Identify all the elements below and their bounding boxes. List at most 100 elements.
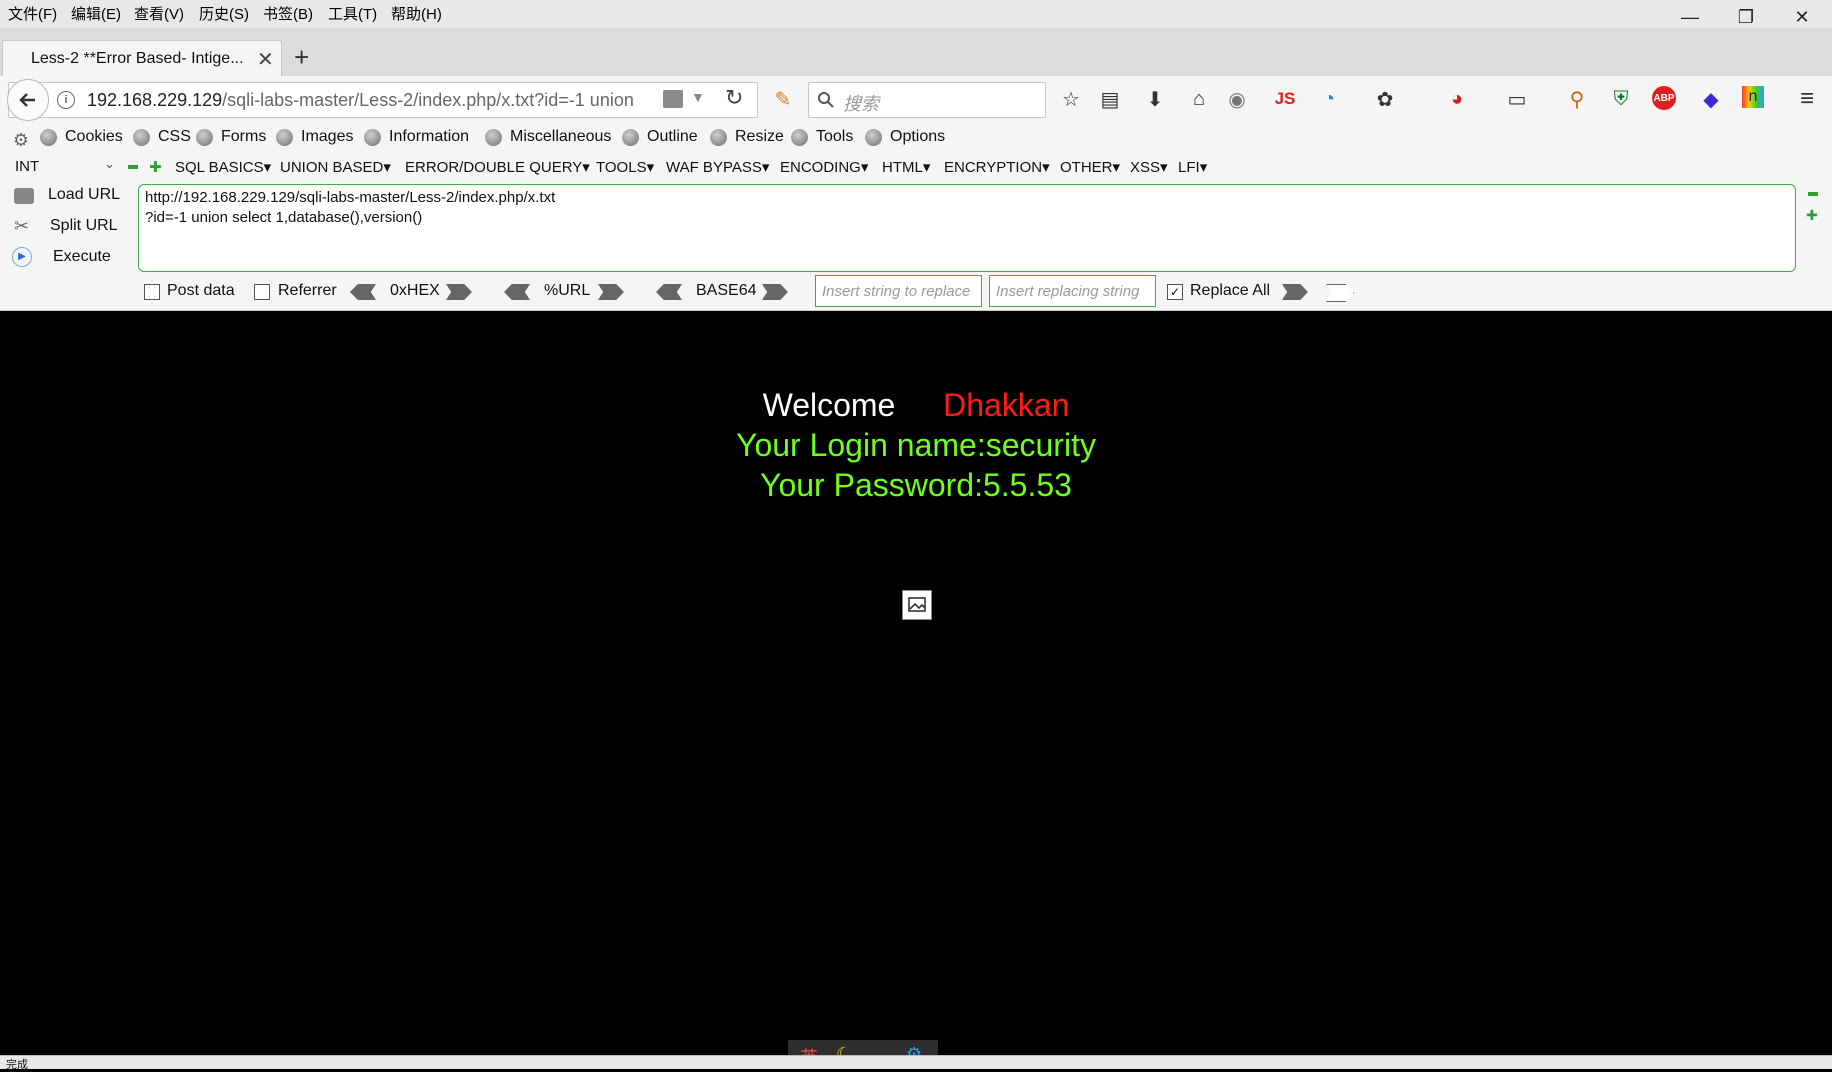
textarea-line-2: ?id=-1 union select 1,database(),version… — [145, 209, 423, 226]
menu-encoding[interactable]: ENCODING▾ — [780, 158, 868, 176]
menu-lfi[interactable]: LFI▾ — [1178, 158, 1207, 176]
menu-error-double-query[interactable]: ERROR/DOUBLE QUERY▾ — [405, 158, 590, 176]
tab-close-icon[interactable]: ✕ — [257, 47, 274, 72]
menu-encoding-label: ENCODING — [780, 159, 861, 176]
replacing-string-input[interactable]: Insert replacing string — [989, 275, 1156, 307]
password-line: Your Password:5.5.53 — [760, 467, 1072, 503]
download-icon[interactable]: ⬇ — [1142, 86, 1168, 112]
device-icon[interactable]: ▭ — [1504, 86, 1530, 112]
webdev-miscellaneous[interactable]: Miscellaneous — [510, 128, 611, 146]
miscellaneous-icon — [485, 129, 502, 146]
play-icon: ▶ — [12, 247, 32, 267]
hamburger-menu-icon[interactable]: ≡ — [1794, 85, 1820, 112]
cookies-icon — [40, 129, 57, 146]
menu-tools-hb[interactable]: TOOLS▾ — [596, 158, 654, 176]
menu-bookmarks[interactable]: 书签(B) — [263, 3, 313, 24]
split-url-button[interactable]: Split URL — [50, 217, 118, 235]
url-bar[interactable]: i 192.168.229.129/sqli-labs-master/Less-… — [7, 79, 758, 121]
menu-history[interactable]: 历史(S) — [199, 3, 249, 24]
back-button[interactable] — [7, 79, 49, 121]
menu-html-label: HTML — [882, 159, 923, 176]
menu-file[interactable]: 文件(F) — [8, 3, 57, 24]
load-url-icon — [14, 188, 34, 204]
webdev-images[interactable]: Images — [301, 128, 353, 146]
adblock-icon[interactable]: ABP — [1652, 86, 1676, 110]
reload-icon[interactable]: ↻ — [725, 85, 743, 111]
webdev-options[interactable]: Options — [890, 128, 945, 146]
fox-extension-icon[interactable]: ✎ — [770, 86, 796, 112]
tab-title: Less-2 **Error Based- Intige... — [31, 50, 244, 67]
webdev-information[interactable]: Information — [389, 128, 469, 146]
palette-icon[interactable]: ✿ — [1372, 86, 1398, 112]
colorful-extension-icon[interactable]: n — [1742, 86, 1764, 108]
menu-xss[interactable]: XSS▾ — [1130, 158, 1168, 176]
menu-union-based-label: UNION BASED — [280, 159, 384, 176]
menu-view[interactable]: 查看(V) — [134, 3, 184, 24]
shield-icon[interactable]: ⛨ — [1608, 86, 1634, 112]
page-content: Welcome Dhakkan Your Login name:security… — [0, 311, 1832, 1055]
status-text: 完成 — [6, 1059, 28, 1071]
home-icon[interactable]: ⌂ — [1186, 86, 1212, 112]
replace-all-label: Replace All — [1190, 282, 1271, 299]
url-host: 192.168.229.129 — [87, 90, 223, 110]
css-icon — [133, 129, 150, 146]
tools-icon — [791, 129, 808, 146]
sync-icon[interactable]: ◕ — [1444, 86, 1470, 112]
post-data-label: Post data — [167, 282, 235, 299]
webdev-tools[interactable]: Tools — [816, 128, 853, 146]
webdev-outline[interactable]: Outline — [647, 128, 698, 146]
webdev-forms[interactable]: Forms — [221, 128, 266, 146]
menu-sql-basics-label: SQL BASICS — [175, 159, 264, 176]
url-text[interactable]: 192.168.229.129/sqli-labs-master/Less-2/… — [87, 90, 667, 111]
menu-encryption[interactable]: ENCRYPTION▾ — [944, 158, 1050, 176]
referrer-checkbox[interactable] — [254, 284, 270, 300]
menu-html[interactable]: HTML▾ — [882, 158, 930, 176]
collapse-icon[interactable] — [128, 165, 138, 169]
back-arrow-icon — [19, 93, 35, 107]
type-select[interactable]: INT ⌄ — [8, 156, 118, 178]
menu-other-label: OTHER — [1060, 159, 1113, 176]
welcome-text: Welcome — [762, 387, 896, 423]
webdev-css[interactable]: CSS — [158, 128, 191, 146]
webdev-gear-icon[interactable]: ⚙ — [8, 127, 34, 153]
info-icon[interactable]: i — [57, 91, 75, 109]
url-path: /sqli-labs-master/Less-2/index.php/x.txt… — [222, 90, 634, 110]
browser-tab[interactable]: Less-2 **Error Based- Intige... ✕ — [2, 40, 282, 77]
new-tab-button[interactable]: + — [294, 42, 309, 73]
load-url-button[interactable]: Load URL — [48, 186, 120, 204]
menu-other[interactable]: OTHER▾ — [1060, 158, 1120, 176]
extension-globe-icon[interactable]: ◉ — [1224, 86, 1250, 112]
menu-edit[interactable]: 编辑(E) — [71, 3, 121, 24]
search-box[interactable]: 搜索 — [808, 82, 1046, 118]
diamond-extension-icon[interactable]: ◆ — [1698, 86, 1724, 112]
options-icon — [865, 129, 882, 146]
menu-tools[interactable]: 工具(T) — [328, 3, 377, 24]
menu-help[interactable]: 帮助(H) — [391, 3, 442, 24]
page-actions-icon[interactable] — [663, 90, 683, 108]
hackbar-textarea[interactable]: http://192.168.229.129/sqli-labs-master/… — [138, 184, 1796, 272]
welcome-name: Dhakkan — [943, 387, 1070, 423]
dropdown-arrow-icon[interactable]: ▼ — [691, 89, 705, 105]
search-placeholder: 搜索 — [843, 94, 879, 114]
hex-label: 0xHEX — [390, 282, 440, 299]
execute-button[interactable]: Execute — [53, 248, 111, 266]
bookmark-star-icon[interactable]: ☆ — [1058, 86, 1084, 112]
replace-string-input[interactable]: Insert string to replace — [815, 275, 982, 307]
library-icon[interactable]: ▤ — [1097, 86, 1123, 112]
post-data-checkbox[interactable] — [144, 284, 160, 300]
shrink-textarea-icon[interactable] — [1808, 192, 1818, 196]
menu-sql-basics[interactable]: SQL BASICS▾ — [175, 158, 271, 176]
webdev-cookies[interactable]: Cookies — [65, 128, 123, 146]
zoom-icon[interactable]: ⚲ — [1564, 86, 1590, 112]
webdev-resize[interactable]: Resize — [735, 128, 784, 146]
replace-all-checkbox[interactable]: ✓ — [1167, 284, 1183, 300]
menu-union-based[interactable]: UNION BASED▾ — [280, 158, 391, 176]
menu-waf-bypass[interactable]: WAF BYPASS▾ — [666, 158, 769, 176]
menu-tools-hb-label: TOOLS — [596, 159, 647, 176]
scissors-icon: ✂ — [14, 216, 30, 236]
menu-xss-label: XSS — [1130, 159, 1161, 176]
translate-icon[interactable]: ◔ — [1316, 86, 1342, 112]
grow-textarea-icon[interactable]: ✚ — [1806, 207, 1818, 224]
expand-icon[interactable]: ✚ — [149, 158, 162, 176]
js-toggle-icon[interactable]: JS — [1272, 86, 1298, 112]
